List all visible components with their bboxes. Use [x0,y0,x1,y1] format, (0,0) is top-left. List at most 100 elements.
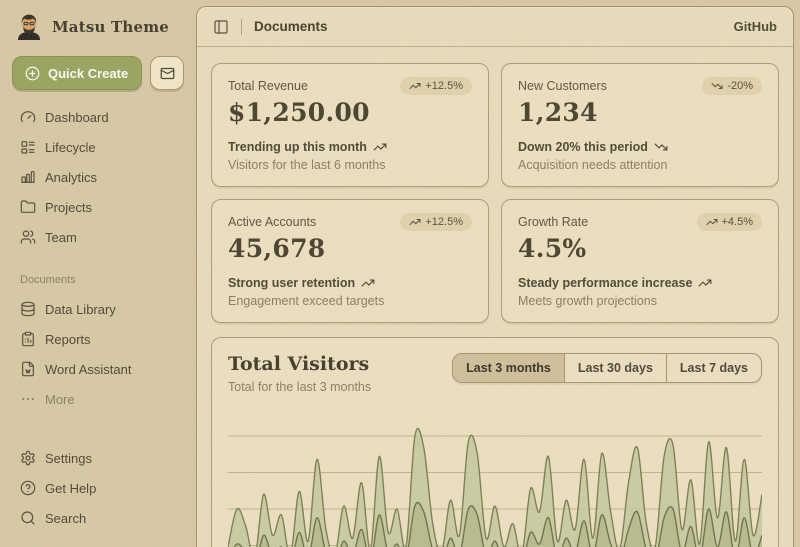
range-toggle-group: Last 3 months Last 30 days Last 7 days [452,353,762,383]
sidebar-item-label: Dashboard [45,110,109,125]
badge-value: +12.5% [425,80,463,92]
sidebar-item-search[interactable]: Search [12,503,184,533]
users-icon [20,229,36,245]
nav-documents: Data Library Reports Word Assistant More [12,294,184,414]
folder-icon [20,199,36,215]
card-footer-title: Strong user retention [228,276,355,290]
search-icon [20,510,36,526]
sidebar-item-label: Get Help [45,481,96,496]
trend-badge: +12.5% [400,213,472,231]
sidebar-item-projects[interactable]: Projects [12,192,184,222]
sidebar-item-label: More [45,392,75,407]
sidebar-item-team[interactable]: Team [12,222,184,252]
sidebar-item-label: Word Assistant [45,362,131,377]
sidebar-item-label: Data Library [45,302,116,317]
github-link[interactable]: GitHub [734,19,777,34]
trend-badge: +12.5% [400,77,472,95]
quick-create-label: Quick Create [48,66,128,81]
card-label: Active Accounts [228,213,316,229]
database-icon [20,301,36,317]
sidebar-item-reports[interactable]: Reports [12,324,184,354]
sidebar-item-label: Search [45,511,86,526]
trending-up-icon [409,80,421,92]
main-panel: Documents GitHub Total Revenue +12.5% [196,6,794,547]
bar-chart-icon [20,169,36,185]
sidebar-toggle-icon[interactable] [213,19,229,35]
sidebar-item-word-assistant[interactable]: Word Assistant [12,354,184,384]
sidebar: Matsu Theme Quick Create Dashboard [0,0,196,547]
card-footer-title: Steady performance increase [518,276,692,290]
help-circle-icon [20,480,36,496]
trend-badge: +4.5% [697,213,763,231]
nav-main: Dashboard Lifecycle Analytics Projects [12,102,184,252]
chart-subtitle: Total for the last 3 months [228,380,371,394]
quick-create-button[interactable]: Quick Create [12,56,142,90]
sidebar-item-more[interactable]: More [12,384,184,414]
card-total-revenue: Total Revenue +12.5% $1,250.00 Trending … [211,63,489,187]
card-growth-rate: Growth Rate +4.5% 4.5% Steady performanc… [501,199,779,323]
quick-create-row: Quick Create [12,56,184,90]
inbox-button[interactable] [150,56,184,90]
card-value: 1,234 [518,98,762,127]
card-active-accounts: Active Accounts +12.5% 45,678 Strong use… [211,199,489,323]
card-label: Growth Rate [518,213,588,229]
range-last-30-days[interactable]: Last 30 days [564,354,666,382]
sidebar-item-label: Lifecycle [45,140,96,155]
sidebar-item-analytics[interactable]: Analytics [12,162,184,192]
trending-up-icon [698,276,712,290]
list-details-icon [20,139,36,155]
file-word-icon [20,361,36,377]
sidebar-item-dashboard[interactable]: Dashboard [12,102,184,132]
ellipsis-icon [20,391,36,407]
stat-cards-grid: Total Revenue +12.5% $1,250.00 Trending … [211,63,779,323]
card-label: New Customers [518,77,607,93]
nav-footer: Settings Get Help Search [12,443,184,535]
card-footer-desc: Meets growth projections [518,294,762,308]
range-last-7-days[interactable]: Last 7 days [666,354,761,382]
card-new-customers: New Customers -20% 1,234 Down 20% this p… [501,63,779,187]
badge-value: +4.5% [722,216,754,228]
card-footer-title: Down 20% this period [518,140,648,154]
trending-down-icon [654,140,668,154]
card-footer-desc: Acquisition needs attention [518,158,762,172]
trending-up-icon [706,216,718,228]
main-content: Total Revenue +12.5% $1,250.00 Trending … [197,47,793,547]
report-icon [20,331,36,347]
mail-icon [160,66,175,81]
card-footer-desc: Visitors for the last 6 months [228,158,472,172]
topbar-separator [241,19,242,35]
card-value: 4.5% [518,234,762,263]
gauge-icon [20,109,36,125]
total-visitors-card: Total Visitors Total for the last 3 mont… [211,337,779,547]
card-footer-title: Trending up this month [228,140,367,154]
sidebar-item-settings[interactable]: Settings [12,443,184,473]
sidebar-item-lifecycle[interactable]: Lifecycle [12,132,184,162]
sidebar-section-documents: Documents [20,274,176,286]
visitors-area-chart[interactable] [228,418,762,547]
app-root: Matsu Theme Quick Create Dashboard [0,0,800,547]
card-value: $1,250.00 [228,98,472,127]
sidebar-item-label: Team [45,230,77,245]
page-title: Documents [254,19,328,34]
sidebar-item-label: Projects [45,200,92,215]
chart-title: Total Visitors [228,353,371,375]
gear-icon [20,450,36,466]
range-last-3-months[interactable]: Last 3 months [453,354,564,382]
sidebar-item-label: Reports [45,332,91,347]
card-footer-desc: Engagement exceed targets [228,294,472,308]
circle-plus-icon [25,66,40,81]
topbar: Documents GitHub [197,7,793,47]
trending-up-icon [361,276,375,290]
trending-up-icon [373,140,387,154]
trend-badge: -20% [702,77,762,95]
sidebar-item-label: Analytics [45,170,97,185]
sidebar-item-label: Settings [45,451,92,466]
trending-down-icon [711,80,723,92]
badge-value: +12.5% [425,216,463,228]
sidebar-header[interactable]: Matsu Theme [12,10,184,48]
badge-value: -20% [727,80,753,92]
trending-up-icon [409,216,421,228]
card-label: Total Revenue [228,77,308,93]
sidebar-item-get-help[interactable]: Get Help [12,473,184,503]
sidebar-item-data-library[interactable]: Data Library [12,294,184,324]
